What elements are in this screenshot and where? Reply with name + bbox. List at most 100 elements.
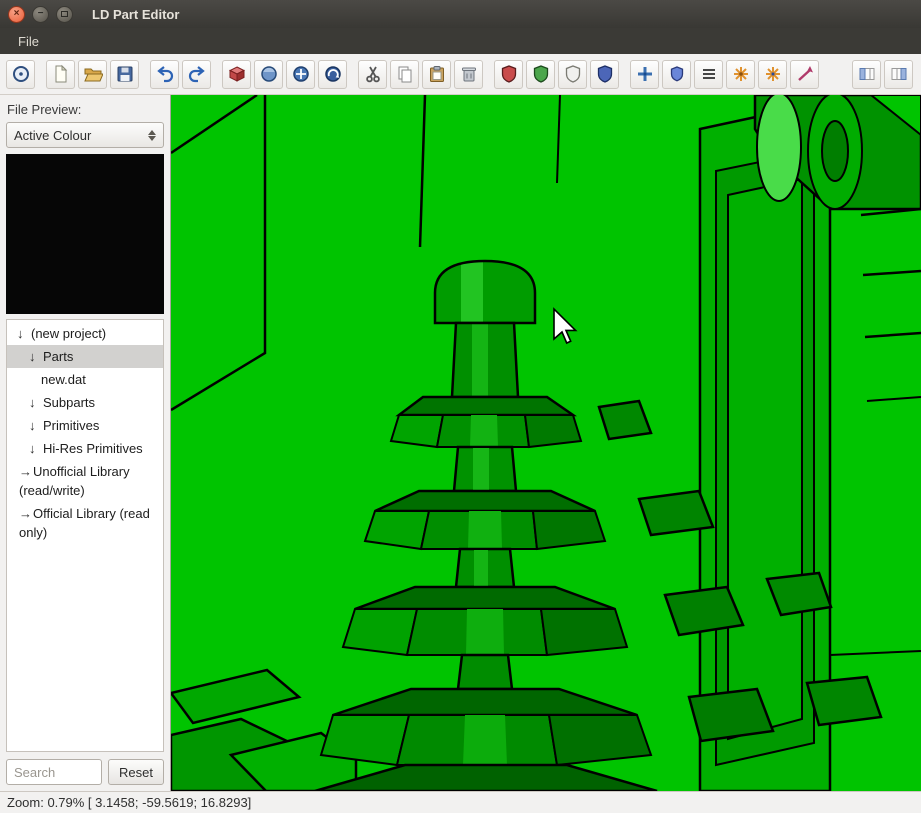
line-list-button[interactable] [694,60,723,89]
titlebar: × − LD Part Editor [0,0,921,28]
save-button[interactable] [110,60,139,89]
sphere-move-button[interactable] [286,60,315,89]
box-red-button[interactable] [222,60,251,89]
tree-item-unofficial-library[interactable]: →Unofficial Library (read/write) [7,460,163,502]
app-window: × − LD Part Editor File [0,0,921,813]
shield-outline-icon [563,64,583,84]
viewport-render [171,95,921,791]
tree-item-label: Hi-Res Primitives [43,441,143,456]
maximize-icon [61,11,68,17]
colour-select-value: Active Colour [14,128,148,143]
statusbar: Zoom: 0.79% [ 3.1458; -59.5619; 16.8293] [0,791,921,813]
down-arrow-icon: ↓ [29,345,43,368]
circle-primitive-button[interactable] [6,60,35,89]
toolbar [0,54,921,95]
menubar: File [0,28,921,54]
shield-green-icon [531,64,551,84]
maximize-button[interactable] [56,6,73,23]
paste-icon [427,64,447,84]
redo-button[interactable] [182,60,211,89]
project-tree: ↓(new project) ↓Parts new.dat ↓Subparts … [6,319,164,752]
colour-select[interactable]: Active Colour [6,122,164,148]
delete-icon [459,64,479,84]
vertex-star-snap-button[interactable] [758,60,787,89]
add-vertex-button[interactable] [630,60,659,89]
down-arrow-icon: ↓ [17,322,31,345]
tree-item-primitives[interactable]: ↓Primitives [7,414,163,437]
tree-item-label: Unofficial Library (read/write) [19,464,130,498]
angle-tool-icon [795,64,815,84]
down-arrow-icon: ↓ [29,391,43,414]
sidebar: File Preview: Active Colour ↓(new projec… [0,95,171,791]
merge-right-icon [889,64,909,84]
down-arrow-icon: ↓ [29,437,43,460]
viewport-3d[interactable] [171,95,921,791]
tree-item-hires-primitives[interactable]: ↓Hi-Res Primitives [7,437,163,460]
add-vertex-icon [635,64,655,84]
shield-small-blue-button[interactable] [662,60,691,89]
menu-file[interactable]: File [10,31,47,52]
minimize-button[interactable]: − [32,6,49,23]
delete-button[interactable] [454,60,483,89]
vertex-star-button[interactable] [726,60,755,89]
box-red-icon [227,64,247,84]
new-file-button[interactable] [46,60,75,89]
copy-icon [395,64,415,84]
shield-red-button[interactable] [494,60,523,89]
save-icon [115,64,135,84]
open-file-icon [83,64,103,84]
paste-button[interactable] [422,60,451,89]
undo-button[interactable] [150,60,179,89]
tree-item-label: new.dat [41,372,86,387]
sphere-rotate-icon [323,64,343,84]
shield-small-blue-icon [667,64,687,84]
tree-item-parts[interactable]: ↓Parts [7,345,163,368]
shield-blue-icon [595,64,615,84]
line-list-icon [699,64,719,84]
merge-left-button[interactable] [852,60,881,89]
minimize-icon: − [38,9,44,19]
shield-outline-button[interactable] [558,60,587,89]
tree-item-label: Official Library (read only) [19,506,150,540]
tree-item-label: Primitives [43,418,99,433]
close-button[interactable]: × [8,6,25,23]
close-icon: × [14,9,20,19]
tree-item-label: (new project) [31,326,106,341]
file-preview-canvas [6,154,164,314]
tree-item-label: Subparts [43,395,95,410]
circle-primitive-icon [11,64,31,84]
angle-tool-button[interactable] [790,60,819,89]
combo-arrows-icon [148,130,156,141]
sphere-move-icon [291,64,311,84]
merge-right-button[interactable] [884,60,913,89]
sphere-select-icon [259,64,279,84]
new-file-icon [51,64,71,84]
copy-button[interactable] [390,60,419,89]
window-title: LD Part Editor [92,7,179,22]
tree-item-new-project[interactable]: ↓(new project) [7,322,163,345]
shield-blue-button[interactable] [590,60,619,89]
file-preview-label: File Preview: [7,102,163,117]
tree-item-label: Parts [43,349,73,364]
sphere-rotate-button[interactable] [318,60,347,89]
down-arrow-icon: ↓ [29,414,43,437]
tree-item-new-dat[interactable]: new.dat [7,368,163,391]
cut-button[interactable] [358,60,387,89]
search-input[interactable] [6,759,102,785]
tree-item-official-library[interactable]: →Official Library (read only) [7,502,163,544]
right-arrow-icon: → [19,504,33,523]
tree-item-subparts[interactable]: ↓Subparts [7,391,163,414]
redo-icon [187,64,207,84]
vertex-star-icon [731,64,751,84]
open-file-button[interactable] [78,60,107,89]
cut-icon [363,64,383,84]
shield-red-icon [499,64,519,84]
reset-button[interactable]: Reset [108,759,164,785]
shield-green-button[interactable] [526,60,555,89]
right-arrow-icon: → [19,462,33,481]
sphere-select-button[interactable] [254,60,283,89]
merge-left-icon [857,64,877,84]
zoom-status: Zoom: 0.79% [ 3.1458; -59.5619; 16.8293] [7,795,251,810]
vertex-star-snap-icon [763,64,783,84]
undo-icon [155,64,175,84]
